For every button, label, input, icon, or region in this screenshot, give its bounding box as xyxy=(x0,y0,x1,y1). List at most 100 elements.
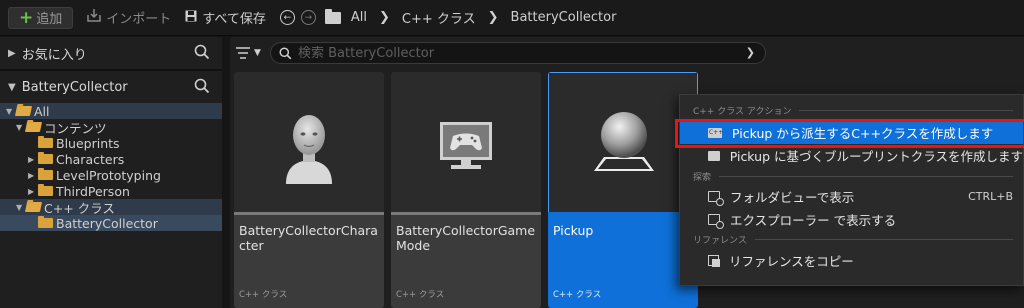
menu-item-copy-reference[interactable]: リファレンスをコピー xyxy=(680,249,1023,272)
breadcrumb-item-all[interactable]: All xyxy=(351,10,367,25)
asset-thumbnail xyxy=(234,72,384,212)
asset-tile-selected[interactable]: Pickup C++ クラス xyxy=(548,72,698,308)
asset-type: C++ クラス xyxy=(396,290,445,300)
folder-icon xyxy=(324,8,341,24)
menu-item-label: フォルダビューで表示 xyxy=(730,190,855,205)
blueprint-class-icon xyxy=(708,150,720,161)
add-button-label: 追加 xyxy=(36,12,63,27)
section-header-explore: 探索 xyxy=(680,169,1023,183)
breadcrumb: All ❯ C++ クラス ❯ BatteryCollector xyxy=(324,8,617,27)
tree-item-label: ThirdPerson xyxy=(56,183,130,199)
folder-open-icon xyxy=(24,122,43,132)
import-icon xyxy=(87,9,102,26)
tree-item-label: コンテンツ xyxy=(44,120,107,136)
chevron-down-icon[interactable]: ❯ xyxy=(746,46,755,59)
menu-item-label: Pickup に基づくブループリントクラスを作成します xyxy=(729,149,1023,164)
search-input[interactable] xyxy=(298,45,718,61)
folder-open-icon xyxy=(24,202,43,212)
toolbar: + 追加 インポート すべて保存 ← → All ❯ C++ クラス ❯ Bat… xyxy=(0,0,1024,36)
section-header-label: 探索 xyxy=(693,172,712,183)
asset-info: BatteryCollectorGame Mode C++ クラス xyxy=(391,215,541,308)
save-icon xyxy=(185,10,197,26)
back-button[interactable]: ← xyxy=(279,10,295,25)
filter-bar: ▼ ❯ xyxy=(230,37,1024,69)
divider xyxy=(799,109,1013,111)
save-all-button[interactable]: すべて保存 xyxy=(185,8,266,27)
breadcrumb-item-project[interactable]: BatteryCollector xyxy=(511,10,617,25)
expand-down-icon[interactable]: ▼ xyxy=(8,82,16,93)
copy-icon xyxy=(708,255,720,267)
add-button[interactable]: + 追加 xyxy=(8,6,74,29)
asset-thumbnail xyxy=(548,72,698,212)
import-button[interactable]: インポート xyxy=(87,8,171,27)
expand-right-icon[interactable]: ▶ xyxy=(28,171,38,180)
expand-right-icon[interactable]: ▶ xyxy=(28,187,38,196)
tree-item-blueprints[interactable]: Blueprints xyxy=(0,135,222,151)
tree-item-characters[interactable]: ▶ Characters xyxy=(0,151,222,167)
menu-item-shortcut: CTRL+B xyxy=(968,190,1013,203)
folder-icon xyxy=(38,184,53,196)
tree-item-content[interactable]: ▼ コンテンツ xyxy=(0,119,222,136)
tree-item-label: BatteryCollector xyxy=(56,215,158,231)
tree-item-all[interactable]: ▼ All xyxy=(0,103,222,119)
import-button-label: インポート xyxy=(106,12,172,27)
asset-tile[interactable]: BatteryCollectorGame Mode C++ クラス xyxy=(391,72,541,308)
tree-item-levelprototyping[interactable]: ▶ LevelPrototyping xyxy=(0,167,222,183)
divider xyxy=(754,238,1013,240)
project-header[interactable]: ▼ BatteryCollector xyxy=(0,71,222,103)
section-header-reference: リファレンス xyxy=(680,232,1023,246)
section-header-label: リファレンス xyxy=(693,235,747,246)
asset-type: C++ クラス xyxy=(239,290,288,300)
folder-search-icon xyxy=(708,191,724,206)
menu-item-create-cpp-class[interactable]: Pickup から派生するC++クラスを作成します xyxy=(680,121,1023,144)
folder-icon xyxy=(38,136,53,148)
filter-button[interactable]: ▼ xyxy=(236,47,264,59)
folder-tree: ▼ All ▼ コンテンツ Blueprints ▶ Characters ▶ … xyxy=(0,103,222,231)
menu-item-label: エクスプローラー で表示する xyxy=(730,213,897,228)
section-header-label: C++ クラス アクション xyxy=(693,106,792,117)
tree-item-cpp-classes[interactable]: ▼ C++ クラス xyxy=(0,199,222,216)
asset-name: BatteryCollectorCharacter xyxy=(239,223,378,253)
asset-info: BatteryCollectorCharacter C++ クラス xyxy=(234,215,384,308)
person-icon xyxy=(286,115,332,184)
folder-open-icon xyxy=(14,106,33,116)
folder-icon xyxy=(38,216,53,228)
search-icon[interactable] xyxy=(194,44,210,64)
folder-icon xyxy=(38,152,53,164)
expand-right-icon[interactable]: ▶ xyxy=(8,48,16,59)
divider xyxy=(719,175,1013,177)
tree-item-label: All xyxy=(34,103,50,119)
favorites-header[interactable]: ▶ お気に入り xyxy=(0,37,222,69)
context-menu: C++ クラス アクション Pickup から派生するC++クラスを作成します … xyxy=(679,94,1024,286)
chevron-down-icon: ▼ xyxy=(254,48,261,58)
chevron-right-icon[interactable]: ❯ xyxy=(379,10,390,25)
menu-item-create-blueprint-class[interactable]: Pickup に基づくブループリントクラスを作成します xyxy=(680,144,1023,167)
save-all-label: すべて保存 xyxy=(202,12,266,27)
folder-search-icon xyxy=(708,214,724,229)
asset-type: C++ クラス xyxy=(553,290,602,300)
search-icon[interactable] xyxy=(194,78,210,98)
tree-item-batterycollector[interactable]: BatteryCollector xyxy=(0,215,222,231)
sphere-icon xyxy=(594,112,654,171)
asset-name: BatteryCollectorGame Mode xyxy=(396,223,536,253)
search-field[interactable]: ❯ xyxy=(270,42,766,64)
forward-button[interactable]: → xyxy=(300,10,316,25)
gamepad-icon xyxy=(440,122,492,169)
cpp-class-icon xyxy=(708,127,723,138)
asset-info: Pickup C++ クラス xyxy=(548,215,698,308)
asset-name: Pickup xyxy=(553,223,594,238)
forward-arrow-icon: → xyxy=(300,10,316,25)
breadcrumb-item-cpp[interactable]: C++ クラス xyxy=(402,8,476,27)
search-icon xyxy=(279,46,292,59)
asset-thumbnail xyxy=(391,72,541,212)
expand-right-icon[interactable]: ▶ xyxy=(28,155,38,164)
project-label: BatteryCollector xyxy=(21,79,128,95)
back-arrow-icon: ← xyxy=(279,10,295,25)
plus-icon: + xyxy=(19,7,34,28)
chevron-right-icon[interactable]: ❯ xyxy=(488,10,499,25)
menu-item-show-in-folder-view[interactable]: フォルダビューで表示 CTRL+B xyxy=(680,185,1023,208)
menu-item-show-in-explorer[interactable]: エクスプローラー で表示する xyxy=(680,208,1023,231)
panel-splitter[interactable] xyxy=(222,37,230,308)
asset-tile[interactable]: BatteryCollectorCharacter C++ クラス xyxy=(234,72,384,308)
section-header-cpp: C++ クラス アクション xyxy=(680,103,1023,117)
